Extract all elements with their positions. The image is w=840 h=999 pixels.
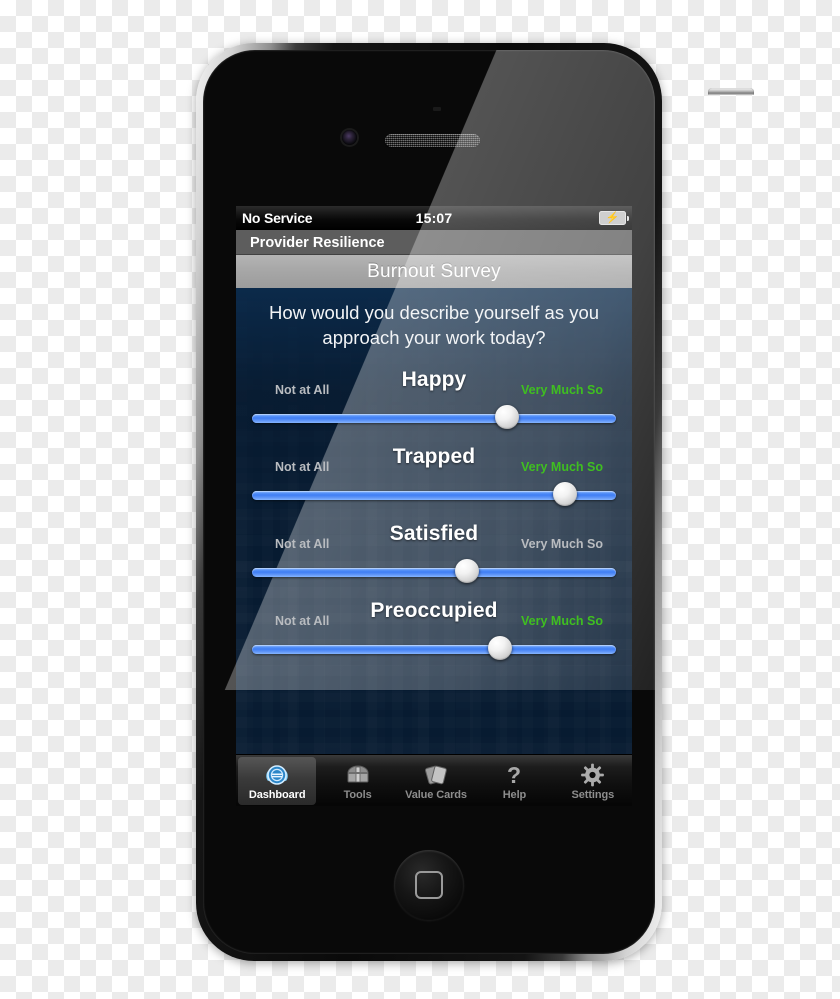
survey-content: How would you describe yourself as you a… xyxy=(236,288,632,754)
survey-item-happy: Happy Not at All Very Much So xyxy=(236,368,632,431)
slider-anchor-low: Not at All xyxy=(275,460,330,474)
battery-status: ⚡ xyxy=(599,211,629,225)
tab-label: Tools xyxy=(343,788,372,801)
phone-glass-face: No Service 15:07 ⚡ Provider Resilience B… xyxy=(203,50,655,954)
slider-labels: Trapped Not at All Very Much So xyxy=(252,445,616,481)
tab-label: Value Cards xyxy=(405,788,467,801)
slider-happy[interactable] xyxy=(252,405,616,431)
slider-track[interactable] xyxy=(252,414,616,423)
tab-label: Settings xyxy=(571,788,615,801)
slider-labels: Satisfied Not at All Very Much So xyxy=(252,522,616,558)
slider-labels: Happy Not at All Very Much So xyxy=(252,368,616,404)
slider-anchor-low: Not at All xyxy=(275,383,330,397)
survey-slider-list: Happy Not at All Very Much So Trapped Not at… xyxy=(236,368,632,662)
slider-track[interactable] xyxy=(252,645,616,654)
tab-label: Dashboard xyxy=(248,788,306,801)
slider-thumb[interactable] xyxy=(487,636,512,660)
section-title: Burnout Survey xyxy=(367,260,501,282)
slider-preoccupied[interactable] xyxy=(252,636,616,662)
home-button[interactable] xyxy=(394,850,464,920)
tab-bar: Dashboard Tools Value Cards? Help Settings xyxy=(236,754,632,806)
phone-screen: No Service 15:07 ⚡ Provider Resilience B… xyxy=(236,206,632,806)
section-title-bar: Burnout Survey xyxy=(236,255,632,288)
home-button-square-icon xyxy=(415,871,443,899)
svg-text:?: ? xyxy=(507,763,521,787)
survey-item-satisfied: Satisfied Not at All Very Much So xyxy=(236,522,632,585)
tab-label: Help xyxy=(502,788,527,801)
survey-item-preoccupied: Preoccupied Not at All Very Much So xyxy=(236,599,632,662)
slider-satisfied[interactable] xyxy=(252,559,616,585)
tab-value-cards[interactable]: Value Cards xyxy=(397,755,475,806)
app-title: Provider Resilience xyxy=(250,234,385,251)
slider-anchor-high: Very Much So xyxy=(521,537,603,551)
front-camera-icon xyxy=(342,130,357,145)
question-mark-icon: ? xyxy=(503,762,525,788)
survey-item-trapped: Trapped Not at All Very Much So xyxy=(236,445,632,508)
phone-device-frame: No Service 15:07 ⚡ Provider Resilience B… xyxy=(196,43,754,961)
screenshot-canvas: No Service 15:07 ⚡ Provider Resilience B… xyxy=(0,0,840,999)
survey-question: How would you describe yourself as you a… xyxy=(268,302,600,348)
app-nav-bar: Provider Resilience xyxy=(236,230,632,255)
slider-anchor-high: Very Much So xyxy=(521,460,603,474)
slider-thumb[interactable] xyxy=(553,482,578,506)
tab-dashboard[interactable]: Dashboard xyxy=(238,757,317,805)
earpiece-speaker-icon xyxy=(385,134,480,147)
battery-charging-icon: ⚡ xyxy=(599,211,629,225)
slider-track[interactable] xyxy=(252,568,616,577)
gear-icon xyxy=(580,762,605,788)
status-bar: No Service 15:07 ⚡ xyxy=(236,206,632,230)
tab-help[interactable]: ? Help xyxy=(475,755,553,806)
lightning-bolt-icon: ⚡ xyxy=(605,211,620,224)
slider-thumb[interactable] xyxy=(454,559,479,583)
slider-anchor-high: Very Much So xyxy=(521,383,603,397)
slider-labels: Preoccupied Not at All Very Much So xyxy=(252,599,616,635)
gauge-dashboard-icon xyxy=(262,762,292,788)
cards-icon xyxy=(423,762,449,788)
power-button[interactable] xyxy=(708,88,754,95)
slider-anchor-low: Not at All xyxy=(275,537,330,551)
slider-anchor-high: Very Much So xyxy=(521,614,603,628)
treasure-chest-icon xyxy=(345,762,371,788)
slider-thumb[interactable] xyxy=(494,405,519,429)
tab-settings[interactable]: Settings xyxy=(554,755,632,806)
proximity-sensor-icon xyxy=(433,107,441,111)
status-clock: 15:07 xyxy=(415,210,453,226)
slider-anchor-low: Not at All xyxy=(275,614,330,628)
tab-tools[interactable]: Tools xyxy=(318,755,396,806)
slider-trapped[interactable] xyxy=(252,482,616,508)
